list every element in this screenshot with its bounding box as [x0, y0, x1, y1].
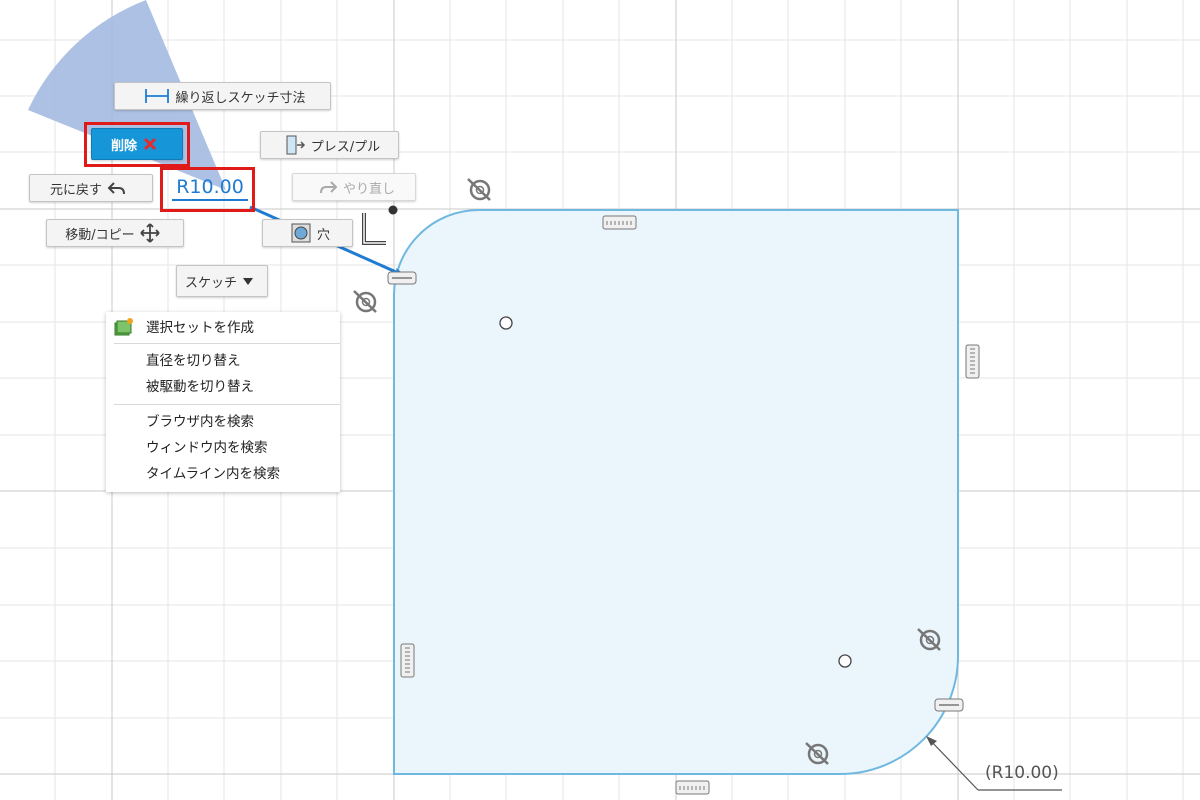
hole-button[interactable]: 穴	[262, 219, 353, 247]
undo-label: 元に戻す	[49, 182, 102, 198]
sketch-dimension-label[interactable]: (R10.00)	[985, 763, 1059, 783]
redo-label: やり直し	[342, 181, 395, 197]
horizontal-constraint-icon[interactable]	[675, 780, 710, 795]
tangent-constraint-icon[interactable]	[467, 178, 491, 201]
repeat-dimension-button[interactable]: 繰り返しスケッチ寸法	[114, 82, 331, 110]
move-copy-label: 移動/コピー	[65, 227, 135, 243]
leader-endpoint	[388, 205, 398, 215]
menu-item-find-in-timeline[interactable]: タイムライン内を検索	[106, 460, 340, 484]
menu-item-toggle-driven[interactable]: 被駆動を切り替え	[106, 373, 340, 397]
chevron-down-icon	[242, 276, 254, 286]
sketch-profile[interactable]	[393, 209, 960, 775]
sketch-point[interactable]	[838, 654, 852, 668]
delete-button[interactable]: 削除	[91, 128, 183, 160]
dimension-input[interactable]: R10.00	[168, 172, 252, 202]
sketch-dropdown-button[interactable]: スケッチ	[176, 265, 268, 297]
hole-icon	[290, 222, 312, 244]
menu-item-find-in-window[interactable]: ウィンドウ内を検索	[106, 434, 340, 458]
perpendicular-constraint-icon[interactable]	[362, 213, 386, 245]
horizontal-constraint-icon[interactable]	[602, 215, 637, 230]
undo-button[interactable]: 元に戻す	[29, 174, 153, 202]
close-x-icon	[142, 136, 158, 152]
context-menu: 選択セットを作成 直径を切り替え 被駆動を切り替え ブラウザ内を検索 ウィンドウ…	[106, 312, 340, 492]
move-arrows-icon	[140, 223, 160, 243]
hole-label: 穴	[316, 227, 330, 243]
sketch-dropdown-label: スケッチ	[184, 275, 237, 291]
menu-item-find-in-browser[interactable]: ブラウザ内を検索	[106, 408, 340, 432]
move-copy-button[interactable]: 移動/コピー	[46, 219, 184, 247]
sketch-point[interactable]	[499, 316, 513, 330]
repeat-dimension-label: 繰り返しスケッチ寸法	[175, 90, 306, 106]
tangent-constraint-icon[interactable]	[353, 290, 377, 313]
delete-label: 削除	[110, 138, 137, 154]
constraint-marker-icon[interactable]	[387, 271, 417, 285]
constraint-marker-icon[interactable]	[934, 698, 964, 712]
menu-separator	[114, 343, 340, 344]
sketch-dimension-arrowhead	[926, 736, 937, 746]
redo-arrow-icon	[318, 179, 338, 195]
press-pull-button[interactable]: プレス/プル	[260, 131, 399, 159]
press-pull-icon	[284, 134, 306, 156]
menu-item-create-selection-set[interactable]: 選択セットを作成	[106, 314, 340, 338]
press-pull-label: プレス/プル	[310, 139, 381, 155]
menu-separator	[114, 404, 340, 405]
redo-button[interactable]: やり直し	[292, 173, 416, 201]
vertical-constraint-icon[interactable]	[400, 643, 415, 678]
dimension-icon	[144, 87, 170, 105]
undo-arrow-icon	[107, 180, 127, 196]
menu-item-toggle-diameter[interactable]: 直径を切り替え	[106, 347, 340, 371]
vertical-constraint-icon[interactable]	[965, 344, 980, 379]
